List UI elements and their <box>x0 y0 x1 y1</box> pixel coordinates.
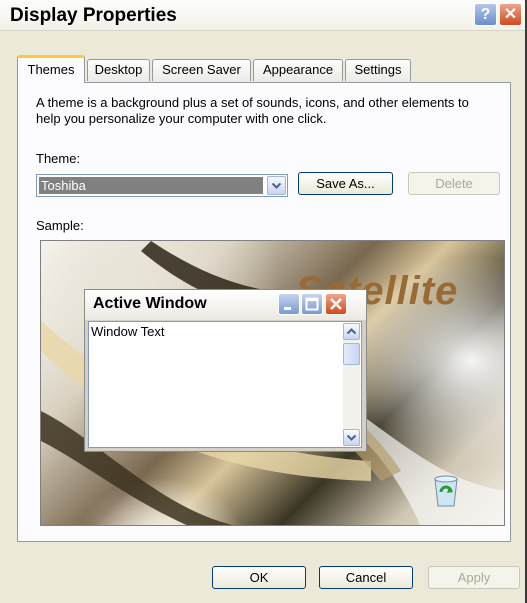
dropdown-arrow-button[interactable] <box>267 176 286 195</box>
display-properties-window: Display Properties ? ✕ Themes Desktop Sc… <box>0 0 527 603</box>
sample-window-title: Active Window <box>93 295 207 312</box>
sample-scrollbar <box>343 323 360 446</box>
scroll-thumb <box>343 343 360 365</box>
tab-settings[interactable]: Settings <box>345 59 411 81</box>
theme-description: A theme is a background plus a set of so… <box>36 95 469 126</box>
apply-button[interactable]: Apply <box>428 566 520 589</box>
sample-window-text: Window Text <box>91 324 165 339</box>
window-title: Display Properties <box>10 5 177 26</box>
save-as-button[interactable]: Save As... <box>298 172 393 195</box>
scroll-down-icon <box>343 429 360 446</box>
sample-active-window: Active Window Window Text <box>84 289 367 452</box>
chevron-down-icon <box>272 183 281 189</box>
title-bar[interactable]: Display Properties ? ✕ <box>0 0 525 31</box>
sample-window-text-area: Window Text <box>88 321 362 448</box>
tab-themes[interactable]: Themes <box>17 55 85 83</box>
maximize-icon <box>301 293 323 315</box>
recycle-bin-icon <box>434 475 458 507</box>
help-button[interactable]: ? <box>474 3 497 26</box>
tab-screen-saver[interactable]: Screen Saver <box>152 59 251 81</box>
tab-appearance[interactable]: Appearance <box>253 59 343 81</box>
close-button[interactable]: ✕ <box>499 3 522 26</box>
theme-sample-preview: Satellite Active Window Window Text <box>40 240 505 526</box>
theme-selected-value: Toshiba <box>39 177 263 194</box>
minimize-icon <box>278 293 300 315</box>
cancel-button[interactable]: Cancel <box>319 566 413 589</box>
scroll-up-icon <box>343 323 360 340</box>
tab-desktop[interactable]: Desktop <box>87 59 150 81</box>
ok-button[interactable]: OK <box>212 566 306 589</box>
theme-label: Theme: <box>36 151 81 166</box>
theme-dropdown[interactable]: Toshiba <box>36 174 288 197</box>
delete-button[interactable]: Delete <box>408 172 500 195</box>
close-icon <box>325 293 347 315</box>
sample-label: Sample: <box>36 218 84 233</box>
sample-window-titlebar: Active Window <box>85 290 366 320</box>
